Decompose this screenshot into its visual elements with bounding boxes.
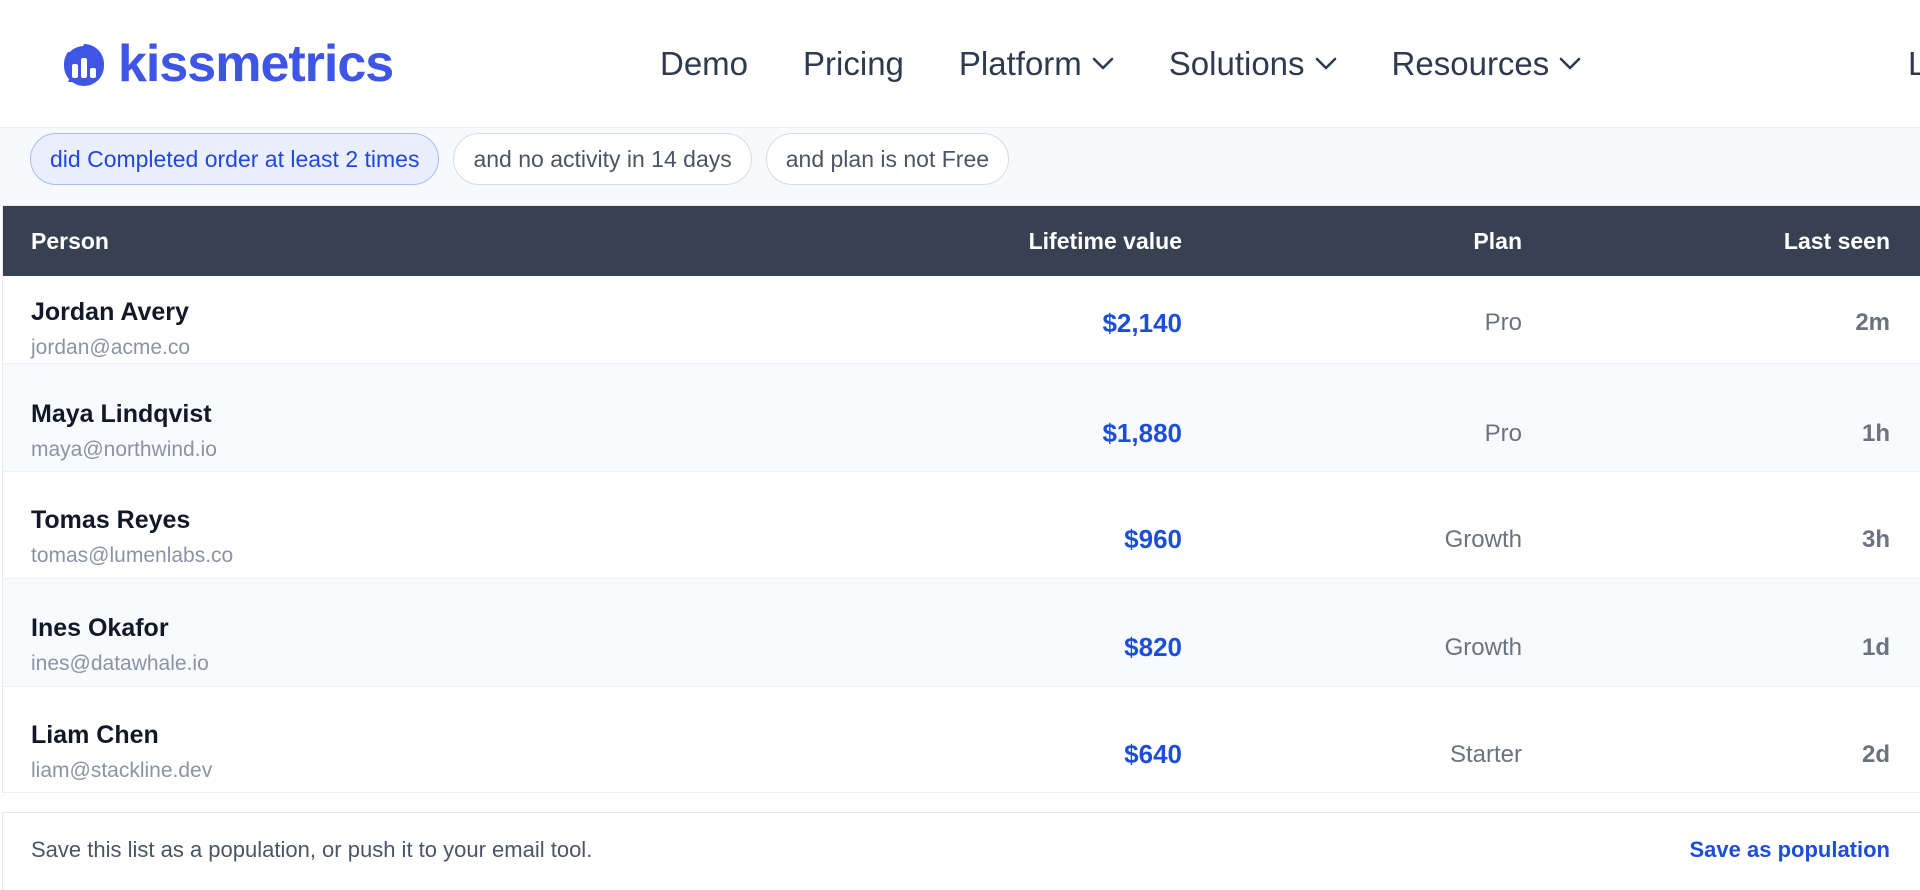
person-name: Tomas Reyes: [31, 506, 191, 534]
chevron-down-icon: [1092, 57, 1114, 70]
table-row[interactable]: Liam Chen liam@stackline.dev $640 Starte…: [3, 687, 1920, 793]
nav-item-demo[interactable]: Demo: [660, 45, 748, 83]
nav-item-truncated[interactable]: L: [1908, 40, 1920, 88]
column-header-last-seen[interactable]: Last seen: [1784, 206, 1890, 276]
table-row[interactable]: Ines Okafor ines@datawhale.io $820 Growt…: [3, 579, 1920, 687]
column-header-plan[interactable]: Plan: [1473, 206, 1522, 276]
person-name: Maya Lindqvist: [31, 400, 212, 428]
nav-item-resources[interactable]: Resources: [1392, 45, 1582, 83]
nav-item-platform[interactable]: Platform: [959, 45, 1114, 83]
footer-hint-text: Save this list as a population, or push …: [31, 837, 593, 862]
bar-chart-logo-icon: [64, 44, 104, 86]
last-seen: 2d: [1861, 741, 1890, 768]
person-email: jordan@acme.co: [31, 336, 191, 359]
segment-filter-bar: did Completed order at least 2 times and…: [0, 128, 1920, 206]
lifetime-value: $640: [1124, 739, 1182, 769]
nav-item-solutions[interactable]: Solutions: [1169, 45, 1337, 83]
kissmetrics-logo[interactable]: kissmetrics: [62, 35, 394, 93]
table-header: Person Lifetime value Plan Last seen: [3, 206, 1920, 276]
nav-item-label: Solutions: [1168, 45, 1305, 82]
person-email: ines@datawhale.io: [31, 652, 209, 675]
plan-name: Growth: [1444, 634, 1522, 661]
person-email: liam@stackline.dev: [31, 759, 213, 782]
person-email: maya@northwind.io: [31, 438, 217, 461]
nav-item-label: Pricing: [803, 45, 904, 82]
people-table: Person Lifetime value Plan Last seen Jor…: [2, 206, 1920, 793]
lifetime-value: $1,880: [1102, 418, 1182, 448]
plan-name: Pro: [1484, 309, 1522, 336]
lifetime-value: $960: [1124, 524, 1182, 554]
table-row[interactable]: Jordan Avery jordan@acme.co $2,140 Pro 2…: [3, 276, 1920, 364]
nav-item-label: Demo: [660, 45, 749, 82]
person-name: Ines Okafor: [31, 614, 169, 642]
save-as-population-link[interactable]: Save as population: [1690, 837, 1891, 863]
nav-item-label: Resources: [1391, 45, 1550, 82]
person-email: tomas@lumenlabs.co: [31, 544, 234, 567]
brand-wordmark: kissmetrics: [118, 35, 394, 93]
nav-item-pricing[interactable]: Pricing: [803, 45, 904, 83]
plan-name: Growth: [1444, 526, 1522, 553]
filter-chip-list: did Completed order at least 2 times and…: [30, 133, 1010, 185]
chevron-down-icon: [1559, 57, 1581, 70]
top-navigation: kissmetrics Demo Pricing Platform Soluti…: [0, 0, 1920, 128]
table-row[interactable]: Maya Lindqvist maya@northwind.io $1,880 …: [3, 364, 1920, 472]
table-footer: Save this list as a population, or push …: [2, 812, 1920, 890]
filter-chip-completed-order[interactable]: did Completed order at least 2 times: [30, 133, 440, 185]
plan-name: Pro: [1484, 420, 1522, 447]
person-name: Jordan Avery: [31, 298, 189, 326]
lifetime-value: $2,140: [1102, 308, 1182, 338]
last-seen: 2m: [1855, 309, 1890, 336]
lifetime-value: $820: [1124, 632, 1182, 662]
table-row[interactable]: Tomas Reyes tomas@lumenlabs.co $960 Grow…: [3, 472, 1920, 579]
filter-chip-no-activity[interactable]: and no activity in 14 days: [453, 133, 752, 185]
filter-chip-plan-not-free[interactable]: and plan is not Free: [765, 133, 1010, 185]
nav-item-label: Platform: [958, 45, 1082, 82]
last-seen: 1h: [1861, 420, 1890, 447]
plan-name: Starter: [1449, 741, 1522, 768]
main-menu: Demo Pricing Platform Solutions Resource…: [660, 40, 1636, 88]
column-header-person[interactable]: Person: [31, 206, 109, 276]
last-seen: 3h: [1861, 526, 1890, 553]
chevron-down-icon: [1315, 57, 1336, 70]
column-header-lifetime-value[interactable]: Lifetime value: [1029, 206, 1182, 276]
last-seen: 1d: [1861, 634, 1890, 661]
person-name: Liam Chen: [31, 721, 159, 749]
